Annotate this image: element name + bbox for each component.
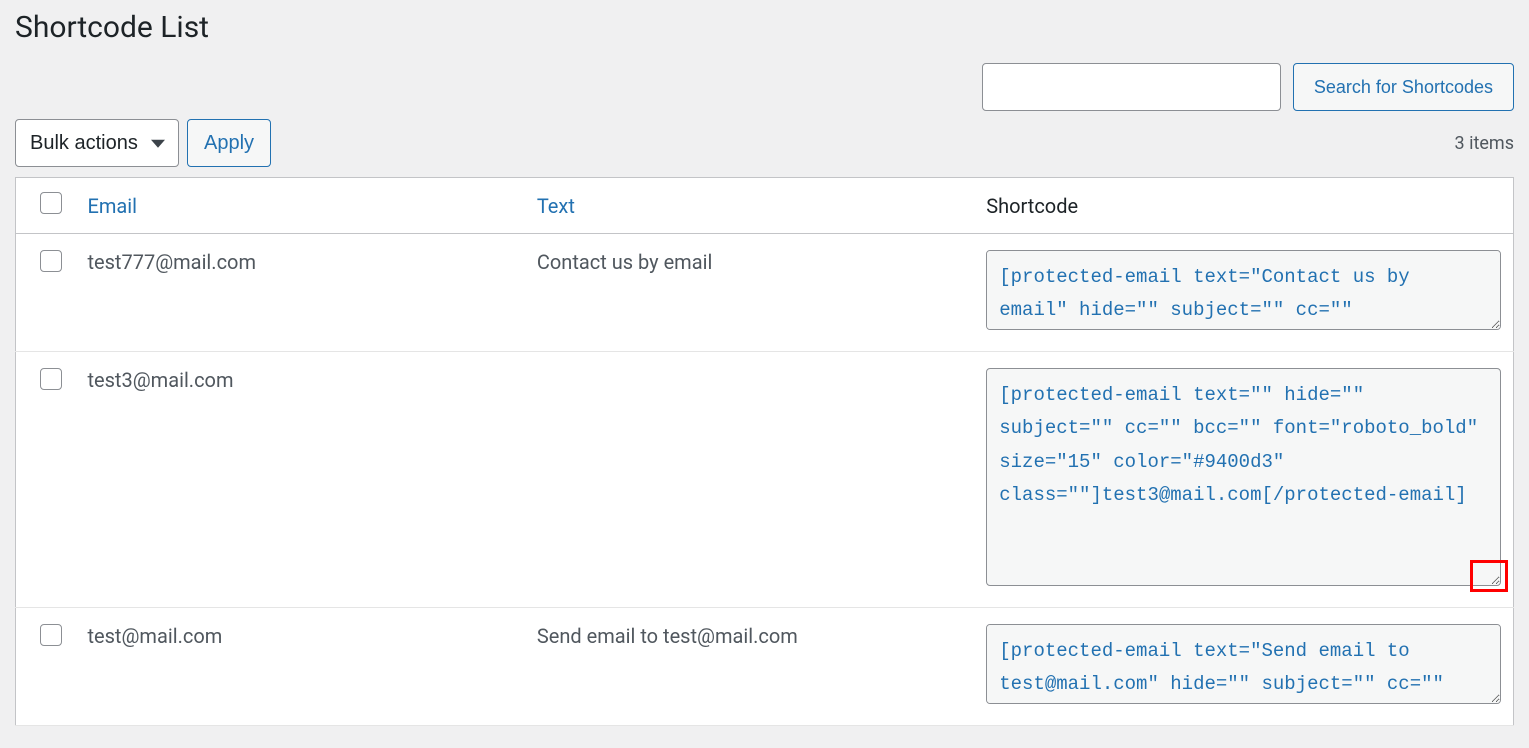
- row-checkbox[interactable]: [40, 250, 62, 272]
- table-row: test@mail.com Send email to test@mail.co…: [16, 608, 1514, 726]
- row-shortcode-cell: [974, 608, 1513, 726]
- row-text: Send email to test@mail.com: [525, 608, 974, 726]
- shortcode-textarea[interactable]: [986, 250, 1501, 330]
- sort-text-link[interactable]: Text: [537, 194, 575, 218]
- search-input[interactable]: [982, 63, 1281, 111]
- header-checkbox-cell: [16, 178, 76, 234]
- shortcode-textarea[interactable]: [986, 624, 1501, 704]
- search-row: Search for Shortcodes: [15, 63, 1514, 111]
- row-email: test3@mail.com: [75, 352, 524, 608]
- controls-row: Bulk actions Apply 3 items: [15, 119, 1514, 167]
- header-shortcode: Shortcode: [974, 178, 1513, 234]
- row-text: Contact us by email: [525, 234, 974, 352]
- row-shortcode-cell: [974, 234, 1513, 352]
- search-shortcodes-button[interactable]: Search for Shortcodes: [1293, 63, 1514, 111]
- row-email: test@mail.com: [75, 608, 524, 726]
- sort-email-link[interactable]: Email: [87, 194, 137, 218]
- select-all-checkbox[interactable]: [40, 192, 62, 214]
- page-title: Shortcode List: [15, 10, 1514, 45]
- resize-handle-highlight: [1470, 560, 1508, 592]
- table-row: test3@mail.com: [16, 352, 1514, 608]
- bulk-actions-select[interactable]: Bulk actions: [15, 119, 179, 167]
- shortcode-table: Email Text Shortcode test777@mail.com Co…: [15, 177, 1514, 726]
- row-email: test777@mail.com: [75, 234, 524, 352]
- row-shortcode-cell: [974, 352, 1513, 608]
- header-email: Email: [75, 178, 524, 234]
- table-row: test777@mail.com Contact us by email: [16, 234, 1514, 352]
- controls-left: Bulk actions Apply: [15, 119, 271, 167]
- row-text: [525, 352, 974, 608]
- apply-button[interactable]: Apply: [187, 119, 271, 167]
- table-body: test777@mail.com Contact us by email tes…: [16, 234, 1514, 726]
- row-checkbox[interactable]: [40, 624, 62, 646]
- row-checkbox[interactable]: [40, 368, 62, 390]
- shortcode-textarea[interactable]: [986, 368, 1501, 586]
- table-header-row: Email Text Shortcode: [16, 178, 1514, 234]
- header-text: Text: [525, 178, 974, 234]
- bulk-select-wrapper: Bulk actions: [15, 119, 179, 167]
- items-count: 3 items: [1455, 133, 1514, 154]
